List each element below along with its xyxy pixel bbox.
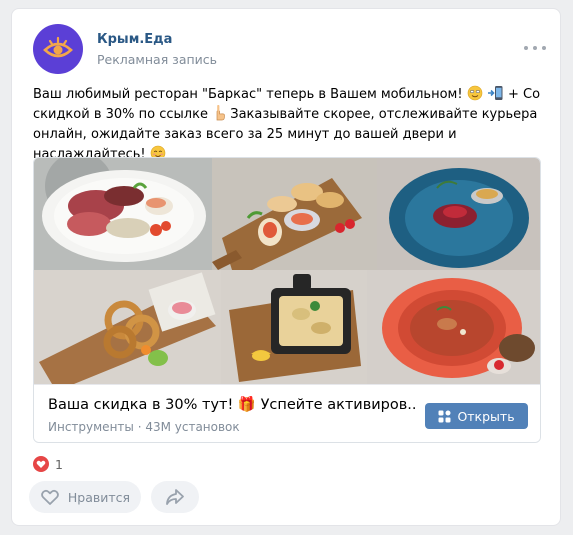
post-card: Крым.Еда Рекламная запись Ваш любимый ре… [11, 8, 561, 526]
pointing-down-hand-icon [216, 105, 225, 121]
post-actions: Нравится [29, 481, 199, 513]
photo-soup[interactable] [367, 270, 540, 384]
reactions-summary[interactable]: 1 [33, 454, 63, 474]
ad-attachment[interactable]: Ваша скидка в 30% тут! 🎁 Успейте активир… [33, 157, 541, 443]
like-count: 1 [55, 456, 63, 472]
onion-rings-image [34, 270, 221, 384]
post-header: Крым.Еда Рекламная запись [33, 24, 546, 76]
ad-title[interactable]: Ваша скидка в 30% тут! 🎁 Успейте активир… [48, 396, 418, 413]
heart-reaction-icon [33, 456, 49, 472]
food-photo-collage[interactable] [34, 158, 540, 384]
avatar[interactable] [33, 24, 83, 74]
photo-onion-rings[interactable] [34, 270, 221, 384]
author-name[interactable]: Крым.Еда [97, 32, 172, 47]
blue-plate-image [377, 158, 540, 270]
ad-cta-bar[interactable]: Ваша скидка в 30% тут! 🎁 Успейте активир… [34, 384, 540, 442]
like-button[interactable]: Нравится [29, 481, 141, 513]
soup-image [367, 270, 540, 384]
phone-with-arrow-icon [487, 86, 503, 100]
apps-grid-icon [438, 410, 451, 422]
photo-skillet[interactable] [221, 270, 367, 384]
share-arrow-icon [166, 489, 184, 505]
post-text-part-1: Ваш любимый ресторан "Баркас" теперь в В… [33, 87, 463, 102]
toast-board-image [212, 158, 377, 270]
photo-toast-board[interactable] [212, 158, 377, 270]
open-button[interactable]: Открыть [425, 403, 528, 429]
heart-outline-icon [41, 489, 59, 505]
open-button-label: Открыть [457, 408, 515, 424]
ad-subtitle: Инструменты · 43M установок [48, 420, 240, 434]
more-options-icon[interactable] [524, 40, 546, 56]
skillet-image [221, 270, 367, 384]
smiling-face-emoji-icon [467, 85, 482, 101]
photo-meat-platter[interactable] [34, 158, 212, 270]
post-text: Ваш любимый ресторан "Баркас" теперь в В… [33, 85, 549, 165]
like-button-label: Нравится [67, 489, 131, 505]
post-subtitle: Рекламная запись [97, 52, 218, 67]
share-button[interactable] [151, 481, 199, 513]
meat-platter-image [34, 158, 212, 270]
photo-blue-plate[interactable] [377, 158, 540, 270]
eye-logo-icon [43, 36, 73, 58]
